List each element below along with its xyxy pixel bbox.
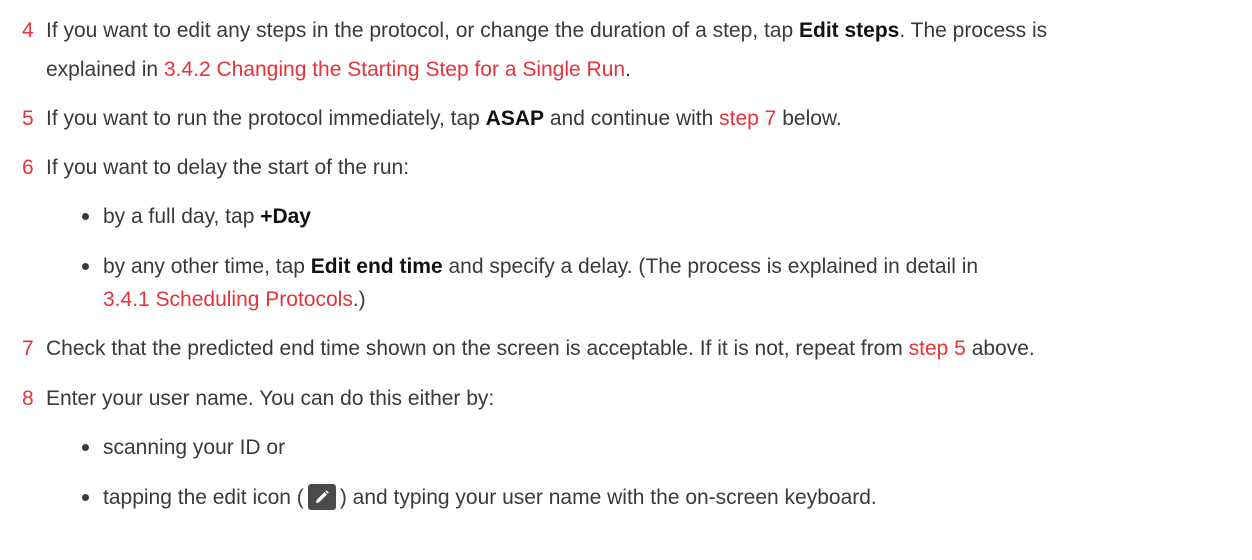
step-number: 5 bbox=[22, 107, 34, 130]
bullet-dot bbox=[82, 213, 89, 220]
step-text: explained in 3.4.2 Changing the Starting… bbox=[46, 58, 631, 81]
step-number: 6 bbox=[22, 156, 34, 179]
step-text: Enter your user name. You can do this ei… bbox=[46, 387, 495, 410]
step-text: If you want to edit any steps in the pro… bbox=[46, 19, 1048, 42]
bullet-dot bbox=[82, 494, 89, 501]
step-text: Check that the predicted end time shown … bbox=[46, 337, 1035, 360]
bullet-text: by any other time, tap Edit end time and… bbox=[103, 255, 979, 278]
bullet-text: by a full day, tap +Day bbox=[103, 205, 311, 228]
step-text: If you want to delay the start of the ru… bbox=[46, 156, 410, 179]
link-step-5[interactable]: step 5 bbox=[909, 337, 966, 360]
document-page: 4 If you want to edit any steps in the p… bbox=[0, 0, 1252, 560]
step-number: 7 bbox=[22, 337, 34, 360]
link-changing-starting-step[interactable]: 3.4.2 Changing the Starting Step for a S… bbox=[164, 58, 625, 81]
link-step-7[interactable]: step 7 bbox=[719, 107, 776, 130]
edit-pencil-icon bbox=[307, 484, 336, 510]
bullet-text: tapping the edit icon () and typing your… bbox=[103, 484, 877, 510]
ui-term-edit-end-time: Edit end time bbox=[310, 255, 443, 278]
step-text: If you want to run the protocol immediat… bbox=[46, 107, 842, 130]
bullet-dot bbox=[82, 263, 89, 270]
link-scheduling-protocols[interactable]: 3.4.1 Scheduling Protocols bbox=[103, 288, 353, 311]
ui-term-plus-day: +Day bbox=[260, 205, 311, 228]
step-number: 8 bbox=[22, 387, 34, 410]
bullet-text: scanning your ID or bbox=[103, 436, 286, 459]
bullet-dot bbox=[82, 444, 89, 451]
ui-term-asap: ASAP bbox=[485, 107, 545, 130]
ui-term-edit-steps: Edit steps bbox=[798, 19, 900, 42]
step-number: 4 bbox=[22, 19, 34, 42]
bullet-text: 3.4.1 Scheduling Protocols.) bbox=[103, 288, 366, 311]
